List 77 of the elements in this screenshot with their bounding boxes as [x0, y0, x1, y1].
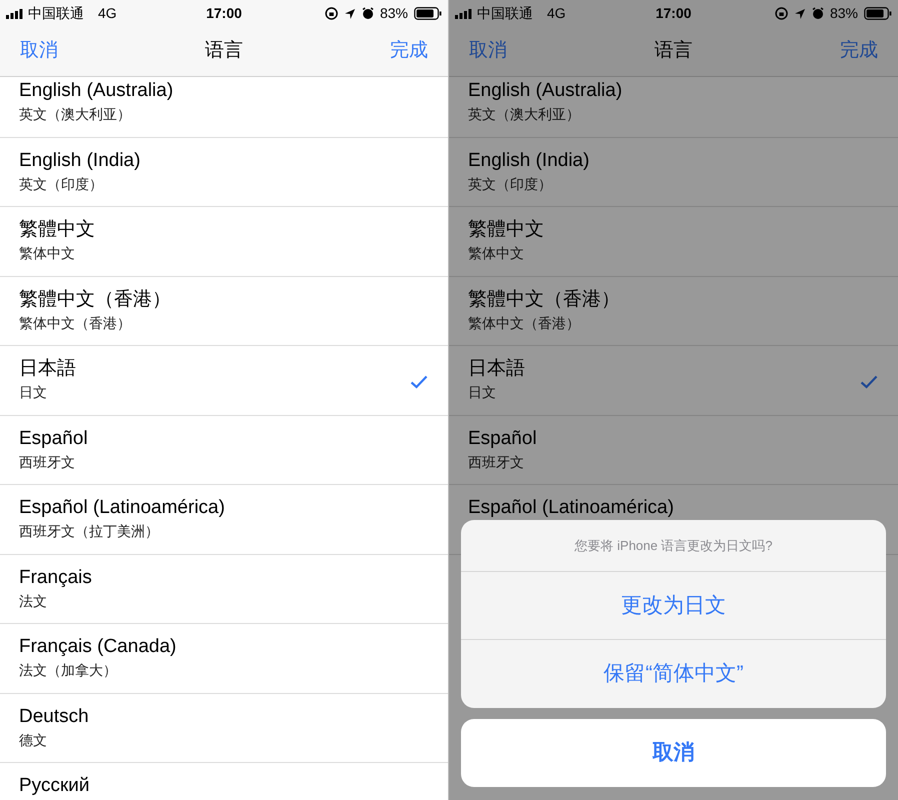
language-subtitle: 英文（澳大利亚） — [468, 105, 581, 124]
language-subtitle: 繁体中文 — [468, 244, 525, 263]
language-name: Deutsch — [19, 704, 89, 728]
screen-title: 语言 — [205, 39, 243, 64]
language-row[interactable]: Español 西班牙文 — [0, 416, 448, 485]
language-subtitle: 英文（澳大利亚） — [19, 105, 132, 124]
language-subtitle: 英文（印度） — [19, 174, 104, 194]
language-name: Français (Canada) — [19, 635, 176, 659]
language-subtitle: 繁体中文（香港） — [19, 314, 132, 332]
sheet-action-button[interactable]: 保留“简体中文” — [461, 640, 886, 708]
language-name: English (India) — [19, 148, 140, 172]
sheet-action-button[interactable]: 更改为日文 — [461, 572, 886, 640]
battery-icon — [414, 7, 442, 20]
sheet-message: 您要将 iPhone 语言更改为日文吗? — [461, 520, 886, 572]
language-row[interactable]: Español 西班牙文 — [449, 416, 898, 485]
battery-icon — [864, 7, 892, 20]
language-subtitle: 西班牙文 — [19, 452, 76, 472]
language-subtitle: 英文（印度） — [468, 174, 553, 194]
language-row[interactable]: Español (Latinoamérica) 西班牙文（拉丁美洲） — [0, 485, 448, 554]
language-row[interactable]: 繁體中文（香港） 繁体中文（香港） — [0, 276, 448, 346]
carrier-name: 中国联通 — [477, 4, 533, 23]
language-subtitle: 西班牙文 — [468, 452, 525, 472]
network-type: 4G — [547, 4, 566, 23]
carrier-name: 中国联通 — [28, 4, 84, 23]
language-row[interactable]: 日本語 日文 — [449, 346, 898, 416]
rotation-lock-icon — [324, 7, 338, 20]
language-name: Español — [19, 426, 88, 450]
language-row[interactable]: Français (Canada) 法文（加拿大） — [0, 624, 448, 694]
language-name: Español — [468, 426, 537, 450]
language-name: 繁體中文 — [468, 218, 544, 242]
language-subtitle: 日文 — [468, 383, 497, 402]
language-row[interactable]: 繁體中文 繁体中文 — [449, 207, 898, 276]
language-subtitle: 西班牙文（拉丁美洲） — [19, 522, 160, 541]
done-button[interactable]: 完成 — [390, 37, 428, 66]
location-icon — [344, 8, 356, 20]
language-name: Español (Latinoamérica) — [468, 496, 674, 520]
language-name: Español (Latinoamérica) — [19, 496, 225, 520]
sheet-cancel-button[interactable]: 取消 — [461, 719, 886, 787]
language-name: Русский — [19, 774, 90, 798]
language-name: English (India) — [468, 148, 590, 172]
language-row[interactable]: English (Australia) 英文（澳大利亚） — [0, 77, 448, 138]
battery-percent: 83% — [830, 4, 858, 23]
language-subtitle: 法文（加拿大） — [19, 661, 118, 680]
language-name: Français — [19, 566, 92, 590]
status-time: 17:00 — [205, 4, 243, 23]
network-type: 4G — [98, 4, 117, 23]
language-row[interactable]: Русский — [0, 763, 448, 800]
language-name: 繁體中文（香港） — [19, 288, 171, 312]
language-name: 繁體中文 — [19, 218, 95, 242]
language-row[interactable]: Deutsch 德文 — [0, 694, 448, 763]
signal-icon — [455, 8, 473, 18]
signal-icon — [6, 8, 24, 18]
language-subtitle: 繁体中文（香港） — [468, 314, 581, 332]
language-row[interactable]: 日本語 日文 — [0, 346, 448, 416]
alarm-icon — [812, 7, 824, 20]
battery-percent: 83% — [380, 4, 408, 23]
language-row[interactable]: English (India) 英文（印度） — [0, 138, 448, 207]
rotation-lock-icon — [774, 7, 788, 20]
language-subtitle: 繁体中文 — [19, 244, 76, 263]
language-name: 日本語 — [19, 357, 76, 381]
language-row[interactable]: 繁體中文（香港） 繁体中文（香港） — [449, 276, 898, 346]
language-name: English (Australia) — [19, 79, 174, 103]
language-subtitle: 德文 — [19, 730, 48, 750]
language-subtitle: 法文 — [19, 592, 48, 610]
screen-title: 语言 — [654, 39, 692, 64]
status-time: 17:00 — [654, 4, 692, 23]
language-name: English (Australia) — [468, 79, 622, 103]
cancel-button[interactable]: 取消 — [20, 37, 58, 66]
location-icon — [794, 8, 806, 20]
alarm-icon — [362, 7, 374, 20]
language-row[interactable]: Français 法文 — [0, 554, 448, 624]
language-row[interactable]: 繁體中文 繁体中文 — [0, 207, 448, 276]
language-row[interactable]: English (Australia) 英文（澳大利亚） — [449, 77, 898, 138]
language-subtitle: 日文 — [19, 383, 48, 402]
language-name: 日本語 — [468, 357, 525, 381]
language-name: 繁體中文（香港） — [468, 288, 620, 312]
language-row[interactable]: English (India) 英文（印度） — [449, 138, 898, 207]
